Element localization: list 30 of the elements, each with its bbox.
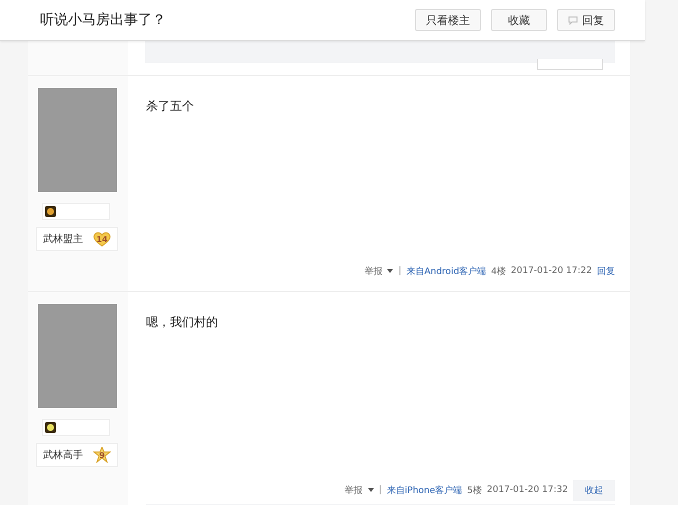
post-text: 杀了五个 [146,98,195,115]
speech-bubble-icon [568,16,578,24]
post-text: 嗯，我们村的 [146,314,219,331]
reply-link[interactable]: 回复 [597,264,615,278]
reply-link[interactable]: 收起 [573,480,615,500]
separator: | [378,485,382,495]
separator: | [398,266,402,276]
username[interactable]: 武林盟主 [43,232,83,246]
post-time: 2017-01-20 17:22 [510,266,592,276]
caret-icon [368,488,374,492]
toolbar-button[interactable]: 收藏 [491,9,547,31]
avatar[interactable] [38,88,117,192]
avatar[interactable] [38,304,117,408]
reply-button[interactable]: 回复 [557,9,615,31]
caret-icon [387,269,394,273]
toolbar-button[interactable]: 只看楼主 [415,9,481,31]
thread-title: 听说小马房出事了？ [40,11,167,29]
source-link[interactable]: 来自Android客户端 [406,264,486,278]
medal-icon [45,206,56,217]
post-time: 2017-01-20 17:32 [486,485,568,495]
medal-icon [45,422,56,433]
floor-number: 4楼 [491,266,506,278]
floor-number: 5楼 [467,484,482,496]
report-link[interactable]: 举报 [364,264,382,278]
username[interactable]: 武林高手 [43,448,83,462]
level-number: 14 [96,234,108,244]
level-number: 9 [99,450,105,460]
source-link[interactable]: 来自iPhone客户端 [386,484,462,496]
report-link[interactable]: 举报 [344,484,363,496]
collapse-button[interactable] [537,59,603,70]
